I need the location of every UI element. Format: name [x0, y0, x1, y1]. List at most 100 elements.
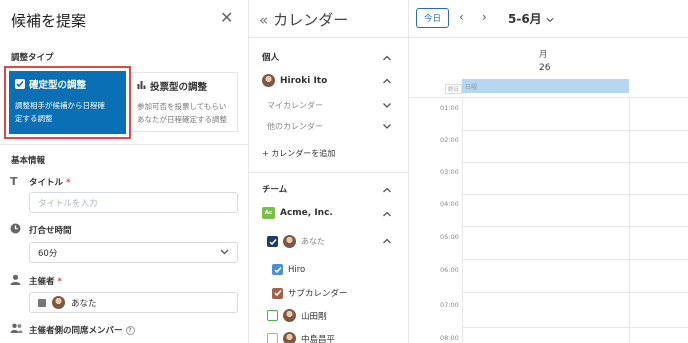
- divider: [409, 97, 688, 98]
- members-label: 主催者側の同席メンバー?: [29, 324, 135, 336]
- day-number[interactable]: 26: [539, 63, 550, 73]
- calendar-title: カレンダー: [273, 11, 349, 29]
- chevron-down-icon[interactable]: [382, 100, 392, 110]
- collapse-icon[interactable]: «: [259, 11, 268, 29]
- panel-title: 候補を提案: [11, 12, 87, 30]
- user-row: Hiroki Ito: [262, 74, 327, 87]
- title-label-text: タイトル: [29, 178, 64, 188]
- chevron-down-icon: [220, 248, 229, 258]
- divider: [409, 37, 688, 38]
- avatar: [262, 74, 275, 87]
- chevron-up-icon[interactable]: [382, 236, 392, 246]
- avatar: [283, 309, 296, 322]
- duration-select[interactable]: 60分: [29, 242, 238, 263]
- required-mark: *: [57, 277, 62, 287]
- member-row: 山田剛: [267, 309, 327, 322]
- calendar-view: 今日 ‹ › 5-6月 月 26 終日 日曜 01:00 02:00 03:00…: [409, 0, 688, 343]
- members-label-text: 主催者側の同席メンバー: [29, 326, 123, 336]
- grid-line: [462, 98, 463, 343]
- hour-label: 02:00: [440, 136, 459, 144]
- you-label: あなた: [301, 237, 325, 246]
- add-calendar-link[interactable]: + カレンダーを追加: [262, 148, 335, 159]
- hour-line: [462, 226, 688, 227]
- chevron-up-icon[interactable]: [382, 53, 392, 63]
- prev-arrow-icon[interactable]: ‹: [459, 10, 464, 24]
- vote-type-desc: 参加可否を投票してもらい: [137, 102, 227, 111]
- hiro-checkbox[interactable]: [272, 264, 283, 275]
- user-name: Hiroki Ito: [280, 75, 328, 86]
- fixed-type-desc: 調整相手が候補から日程確: [15, 101, 105, 110]
- member-row: 中島昌平: [267, 332, 335, 343]
- personal-label: 個人: [262, 53, 280, 63]
- divider: [249, 172, 409, 173]
- hour-line: [462, 327, 688, 328]
- host-label: 主催者 *: [29, 275, 62, 287]
- fixed-type-card[interactable]: 確定型の調整 調整相手が候補から日程確 定する調整: [4, 66, 131, 139]
- day-name: 月: [539, 50, 548, 60]
- fixed-type-desc-2: 定する調整: [15, 114, 53, 123]
- sub-calendar-checkbox[interactable]: [272, 287, 283, 299]
- duration-label: 打合せ時間: [29, 226, 72, 236]
- today-button[interactable]: 今日: [416, 8, 449, 28]
- close-icon[interactable]: ✕: [220, 8, 233, 27]
- fixed-type-title: 確定型の調整: [29, 80, 87, 91]
- adjust-type-label: 調整タイプ: [11, 53, 54, 63]
- text-icon: T: [10, 175, 18, 188]
- chevron-up-icon[interactable]: [382, 76, 392, 86]
- section-divider: [0, 144, 249, 145]
- host-select[interactable]: あなた: [29, 292, 238, 313]
- you-checkbox[interactable]: [267, 236, 278, 247]
- hour-line: [462, 130, 688, 131]
- help-icon[interactable]: ?: [125, 326, 135, 335]
- member-checkbox[interactable]: [267, 333, 278, 343]
- team-row: Ac Acme, Inc.: [262, 207, 333, 219]
- clock-icon: [10, 223, 21, 237]
- check-icon: [15, 79, 25, 89]
- allday-label: 終日: [445, 84, 463, 94]
- hour-line: [462, 194, 688, 195]
- person-icon: [10, 274, 21, 288]
- proposal-panel: 候補を提案 ✕ 調整タイプ 確定型の調整 調整相手が候補から日程確 定する調整 …: [0, 0, 249, 343]
- chevron-down-icon: [546, 17, 554, 23]
- team-name: Acme, Inc.: [280, 208, 333, 218]
- hour-line: [462, 162, 688, 163]
- hiro-calendar-row: Hiro: [272, 264, 305, 275]
- my-calendar-item[interactable]: マイカレンダー: [267, 100, 323, 111]
- hour-label: 04:00: [440, 200, 459, 208]
- other-calendar-item[interactable]: 他のカレンダー: [267, 121, 323, 132]
- hour-line: [462, 259, 688, 260]
- host-label-text: 主催者: [29, 277, 55, 287]
- hour-label: 07:00: [440, 301, 459, 309]
- color-swatch: [38, 298, 46, 307]
- vote-type-card[interactable]: 投票型の調整 参加可否を投票してもらい あなたが日程確定する調整: [131, 72, 238, 132]
- member-name: 中島昌平: [301, 334, 336, 343]
- month-dropdown[interactable]: 5-6月: [508, 10, 554, 27]
- title-placeholder: タイトルを入力: [38, 198, 98, 209]
- you-row: あなた: [267, 235, 325, 248]
- hour-line: [462, 292, 688, 293]
- vote-type-title: 投票型の調整: [150, 82, 208, 93]
- sub-calendar-row: サブカレンダー: [272, 287, 348, 299]
- bar-chart-icon: [137, 80, 146, 92]
- divider: [249, 37, 409, 38]
- host-value: あなた: [71, 298, 97, 309]
- duration-value: 60分: [38, 248, 58, 259]
- group-icon: [10, 323, 23, 336]
- chevron-up-icon[interactable]: [382, 185, 392, 195]
- member-checkbox[interactable]: [267, 310, 278, 321]
- chevron-down-icon[interactable]: [382, 121, 392, 131]
- basic-info-label: 基本情報: [11, 156, 46, 166]
- allday-event[interactable]: 日曜: [462, 79, 629, 93]
- title-input[interactable]: タイトルを入力: [29, 192, 238, 213]
- vote-type-desc-2: あなたが日程確定する調整: [137, 115, 227, 124]
- team-badge: Ac: [262, 207, 275, 219]
- calendar-panel-title: « カレンダー: [259, 9, 348, 30]
- avatar: [283, 332, 296, 343]
- grid-line: [629, 98, 630, 343]
- next-arrow-icon[interactable]: ›: [482, 10, 487, 24]
- hiro-calendar-label: Hiro: [288, 264, 306, 275]
- team-label: チーム: [262, 185, 288, 195]
- sub-calendar-label: サブカレンダー: [288, 289, 348, 299]
- chevron-up-icon[interactable]: [382, 209, 392, 219]
- month-label: 5-6月: [508, 12, 542, 26]
